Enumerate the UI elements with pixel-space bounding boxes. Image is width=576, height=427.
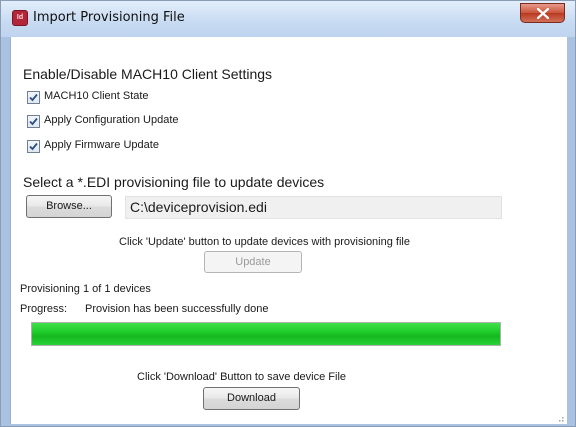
firmware-update-label: Apply Firmware Update	[44, 139, 159, 151]
import-provisioning-dialog: Id Import Provisioning File Enable/Disab…	[0, 0, 576, 427]
update-hint: Click 'Update' button to update devices …	[119, 236, 410, 248]
select-file-heading: Select a *.EDI provisioning file to upda…	[23, 174, 325, 190]
client-state-label: MACH10 Client State	[44, 90, 149, 102]
config-update-checkbox[interactable]	[27, 115, 40, 128]
provisioning-status: Provisioning 1 of 1 devices	[20, 283, 151, 295]
title-bar[interactable]: Id Import Provisioning File	[1, 1, 575, 37]
progress-message: Provision has been successfully done	[85, 303, 269, 315]
firmware-update-checkbox[interactable]	[27, 140, 40, 153]
progress-bar-fill	[32, 323, 500, 345]
client-settings-heading: Enable/Disable MACH10 Client Settings	[23, 66, 273, 82]
checkmark-icon	[29, 117, 38, 126]
file-path-field[interactable]: C:\deviceprovision.edi	[125, 196, 502, 219]
progress-bar	[31, 322, 501, 346]
client-state-checkbox[interactable]	[27, 91, 40, 104]
close-button[interactable]	[520, 3, 565, 23]
resize-grip-icon[interactable]	[556, 414, 564, 422]
app-icon: Id	[12, 10, 28, 26]
download-button[interactable]: Download	[203, 387, 300, 410]
checkmark-icon	[29, 93, 38, 102]
dialog-body: Enable/Disable MACH10 Client Settings MA…	[10, 37, 567, 424]
config-update-label: Apply Configuration Update	[44, 114, 179, 126]
update-button[interactable]: Update	[204, 251, 302, 273]
browse-button[interactable]: Browse...	[26, 195, 112, 218]
window-title: Import Provisioning File	[33, 10, 185, 25]
progress-label: Progress:	[20, 303, 68, 315]
download-hint: Click 'Download' Button to save device F…	[137, 371, 347, 383]
checkmark-icon	[29, 142, 38, 151]
close-icon	[537, 8, 549, 19]
